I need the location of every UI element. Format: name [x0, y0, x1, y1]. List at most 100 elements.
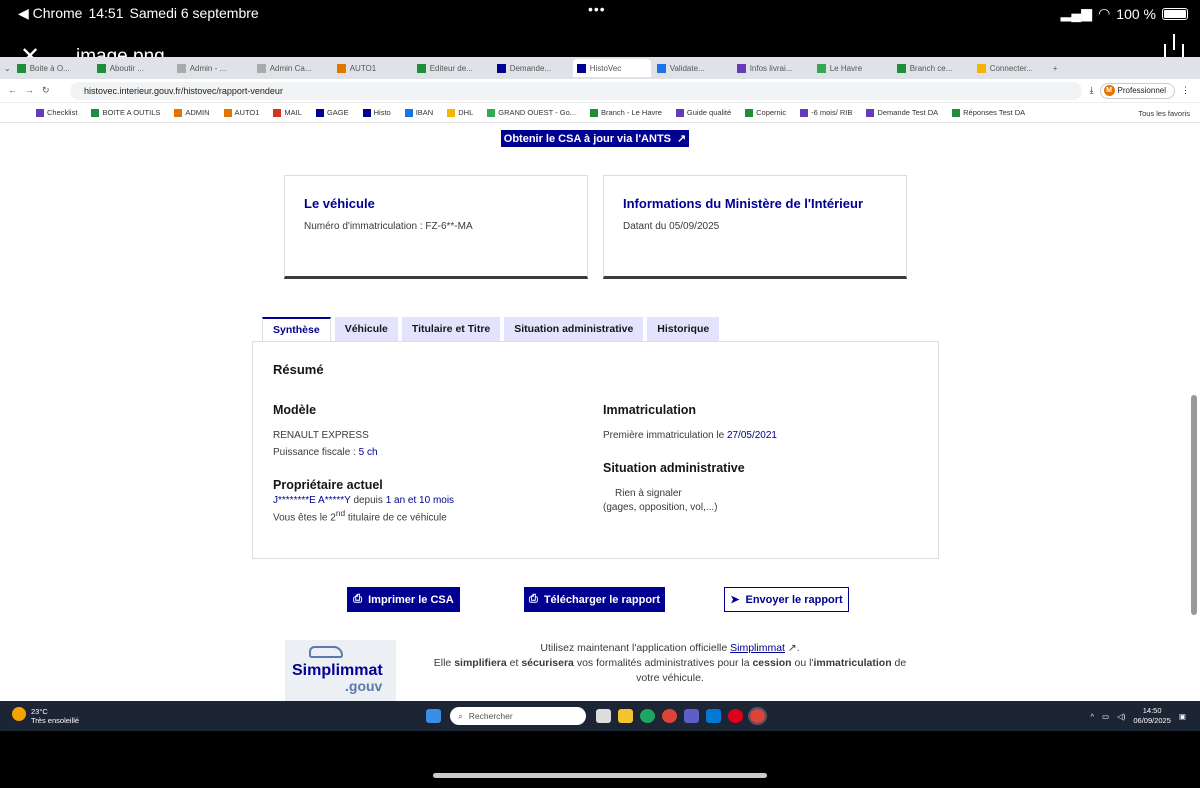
chrome-active-icon[interactable]: [748, 707, 767, 725]
bookmark-item[interactable]: GAGE: [315, 108, 349, 117]
promo-text: ou l': [794, 657, 814, 669]
favicon-icon: [952, 108, 961, 117]
nav-arrows-icon[interactable]: ←→↻: [8, 85, 70, 96]
bookmarks-bar: Checklist BOITE A OUTILS ADMIN AUTO1 MAI…: [0, 103, 1200, 123]
favicon-icon: [736, 63, 746, 73]
outlook-icon[interactable]: [706, 709, 721, 723]
send-report-button[interactable]: ➤ Envoyer le rapport: [724, 587, 849, 612]
bookmark-item[interactable]: ADMIN: [174, 108, 210, 117]
tab-label[interactable]: Validate...: [670, 64, 705, 73]
favicon-icon: [91, 108, 100, 117]
bookmark-item[interactable]: GRAND OUEST - Go...: [487, 108, 576, 117]
promo-text: et: [509, 657, 519, 669]
file-explorer-icon[interactable]: [618, 709, 633, 723]
tab-historique[interactable]: Historique: [647, 317, 720, 341]
favicon-icon: [315, 108, 324, 117]
task-view-icon[interactable]: [596, 709, 611, 723]
tab-label[interactable]: Infos livrai...: [750, 64, 793, 73]
back-to-app[interactable]: ◀ Chrome: [18, 5, 82, 22]
bookmark-label: Histo: [373, 108, 391, 117]
owner-since: 1 an et 10 mois: [385, 495, 455, 506]
chevron-up-icon[interactable]: ^: [1090, 712, 1094, 721]
tab-label[interactable]: Admin Ca...: [270, 64, 312, 73]
print-csa-button[interactable]: ⎙ Imprimer le CSA: [347, 587, 460, 612]
favicon-icon: [273, 108, 282, 117]
bookmark-item[interactable]: Réponses Test DA: [952, 108, 1025, 117]
home-indicator[interactable]: [433, 773, 767, 778]
new-tab-icon[interactable]: +: [1053, 64, 1058, 73]
summary-heading: Résumé: [273, 362, 324, 377]
bookmark-item[interactable]: -6 mois/ RIB: [800, 108, 852, 117]
bookmark-item[interactable]: BOITE A OUTILS: [91, 108, 160, 117]
admin-status: Rien à signaler: [615, 488, 682, 499]
opera-icon[interactable]: [728, 709, 743, 723]
print-icon: ⎙: [529, 593, 538, 605]
profile-button[interactable]: M Professionnel: [1099, 82, 1175, 99]
tab-label[interactable]: Le Havre: [830, 64, 862, 73]
favicon-icon: [675, 108, 684, 117]
tab-label[interactable]: HistoVec: [590, 64, 622, 73]
tab-label[interactable]: Editeur de...: [430, 64, 473, 73]
temperature: 23°C: [31, 707, 48, 716]
bookmark-item[interactable]: Demande Test DA: [866, 108, 938, 117]
multitask-dots[interactable]: •••: [588, 1, 606, 17]
download-icon[interactable]: ⤓: [1090, 85, 1094, 96]
favicon-icon: [176, 63, 186, 73]
menu-icon[interactable]: ⋮: [1181, 85, 1190, 96]
volume-icon[interactable]: ◁): [1117, 712, 1125, 721]
owner-rank-sup: nd: [335, 508, 346, 518]
bookmark-item[interactable]: Histo: [362, 108, 391, 117]
simplimmat-link[interactable]: Simplimmat: [730, 642, 785, 654]
favicon-icon: [447, 108, 456, 117]
tab-vehicule[interactable]: Véhicule: [334, 317, 398, 341]
owner-since-label: depuis: [353, 495, 383, 506]
tab-search-icon[interactable]: ⌄: [4, 64, 11, 73]
tab-label[interactable]: Demande...: [510, 64, 551, 73]
taskbar-apps: [596, 707, 767, 725]
tab-label[interactable]: Branch ce...: [910, 64, 953, 73]
bookmark-item[interactable]: Branch - Le Havre: [590, 108, 662, 117]
tab-situation[interactable]: Situation administrative: [504, 317, 644, 341]
network-icon[interactable]: ▭: [1102, 712, 1109, 721]
favicon-icon: [590, 108, 599, 117]
send-label: Envoyer le rapport: [745, 593, 843, 606]
bookmark-item[interactable]: Copernic: [745, 108, 786, 117]
tab-synthese[interactable]: Synthèse: [262, 317, 331, 341]
page-scrollbar[interactable]: [1191, 395, 1197, 615]
favicon-icon: [976, 63, 986, 73]
clock[interactable]: 14:50 06/09/2025: [1133, 706, 1171, 726]
tab-label[interactable]: Connecter...: [990, 64, 1033, 73]
teams-icon[interactable]: [684, 709, 699, 723]
url-field[interactable]: histovec.interieur.gouv.fr/histovec/rapp…: [70, 81, 1082, 100]
weather-widget[interactable]: 23°C Très ensoleillé: [12, 707, 79, 725]
taskbar-search[interactable]: ⌕ Rechercher: [450, 707, 586, 725]
bookmark-item[interactable]: MAIL: [273, 108, 302, 117]
bookmark-item[interactable]: Guide qualité: [675, 108, 731, 117]
bookmark-item[interactable]: IBAN: [404, 108, 433, 117]
bookmark-item[interactable]: Checklist: [36, 108, 77, 117]
favicon-icon: [745, 108, 754, 117]
print-icon: ⎙: [353, 593, 363, 605]
notification-icon[interactable]: ▣: [1179, 712, 1186, 721]
chrome-icon[interactable]: [662, 709, 677, 723]
tab-titulaire[interactable]: Titulaire et Titre: [401, 317, 501, 341]
windows-start-icon[interactable]: [426, 709, 441, 723]
tab-label[interactable]: Boite à O...: [30, 64, 70, 73]
download-report-button[interactable]: ⎙ Télécharger le rapport: [524, 587, 665, 612]
favicon-icon: [174, 108, 183, 117]
bookmark-label: DHL: [458, 108, 474, 117]
reg-heading: Immatriculation: [603, 403, 697, 417]
all-bookmarks[interactable]: Tous les favoris: [1138, 109, 1190, 118]
bookmark-label: MAIL: [284, 108, 302, 117]
edge-icon[interactable]: [640, 709, 655, 723]
profile-label: Professionnel: [1117, 86, 1166, 95]
bookmark-item[interactable]: DHL: [447, 108, 473, 117]
favicon-icon: [496, 63, 506, 73]
histovec-page: Obtenir le CSA à jour via l'ANTS ↗ Le véh…: [0, 130, 1200, 702]
bookmark-item[interactable]: AUTO1: [223, 108, 259, 117]
tab-label[interactable]: Aboutir ...: [110, 64, 144, 73]
bookmark-label: Demande Test DA: [877, 108, 939, 117]
ants-csa-button[interactable]: Obtenir le CSA à jour via l'ANTS ↗: [501, 130, 689, 147]
tab-label[interactable]: AUTO1: [350, 64, 377, 73]
tab-label[interactable]: Admin - ...: [190, 64, 226, 73]
